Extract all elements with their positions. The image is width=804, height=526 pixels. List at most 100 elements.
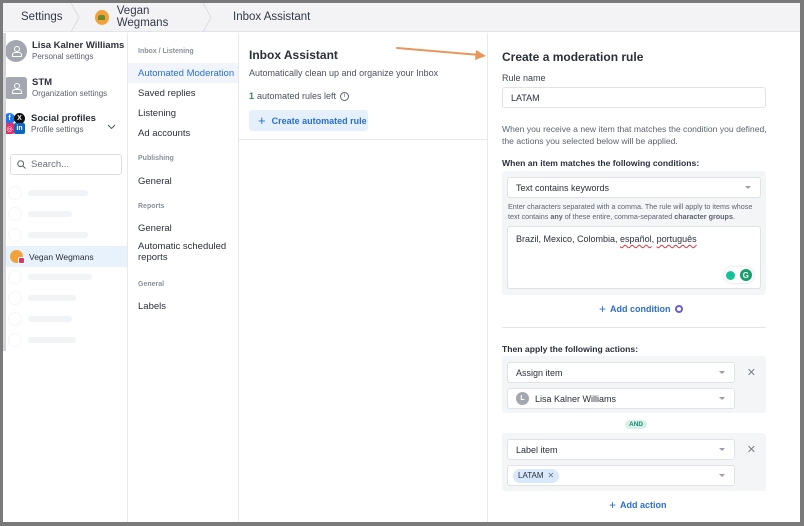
app-window: Settings Vegan Wegmans Inbox Assistant L… [3, 3, 800, 522]
rule-form-title: Create a moderation rule [502, 50, 644, 64]
info-icon[interactable]: i [340, 91, 350, 101]
user-avatar-icon [5, 40, 27, 62]
rules-left-text: automated rules left [257, 91, 337, 101]
create-automated-rule-label: Create automated rule [271, 115, 367, 126]
account-sub: Personal settings [32, 52, 94, 61]
condition-type-select[interactable]: Text contains keywords [507, 177, 761, 198]
profile-item-hidden[interactable] [8, 225, 126, 245]
nav-item-reports-general[interactable]: General [128, 218, 238, 238]
social-network-icons: f X ◎ in [4, 113, 26, 135]
caret-down-icon [745, 186, 751, 189]
social-profiles-name: Social profiles [31, 113, 96, 124]
rules-left-status: 1 automated rules left i [249, 91, 477, 101]
caret-down-icon [719, 397, 725, 400]
label-select[interactable]: LATAM ✕ [507, 465, 735, 486]
breadcrumb-profile[interactable]: Vegan Wegmans [81, 3, 201, 31]
actions-heading: Then apply the following actions: [502, 344, 639, 354]
assignee-value: Lisa Kalner Williams [535, 393, 617, 404]
nav-item-listening[interactable]: Listening [128, 103, 238, 123]
grammarly-widget[interactable]: G [724, 267, 754, 283]
nav-item-saved-replies[interactable]: Saved replies [128, 83, 238, 103]
add-condition-button[interactable]: + Add condition [599, 302, 683, 316]
profile-item-hidden[interactable] [8, 267, 126, 287]
remove-action-close-icon[interactable]: ✕ [747, 443, 756, 456]
breadcrumb-separator-icon [70, 3, 80, 32]
caret-down-icon [719, 474, 725, 477]
breadcrumb-current-label: Inbox Assistant [233, 11, 311, 23]
caret-down-icon [719, 448, 725, 451]
organization-avatar-icon [5, 77, 27, 99]
action-type-value: Label item [516, 444, 558, 455]
profile-item-hidden[interactable] [8, 183, 126, 203]
help-part: of these entire, comma-separated [562, 212, 675, 221]
profile-item-hidden[interactable] [8, 330, 126, 350]
add-action-button[interactable]: + Add action [609, 498, 667, 512]
breadcrumb-settings[interactable]: Settings [3, 3, 69, 31]
keywords-textarea[interactable]: Brazil, Mexico, Colombia, español, portu… [507, 226, 761, 289]
help-part: . [732, 212, 735, 221]
assignee-select[interactable]: L Lisa Kalner Williams [507, 388, 735, 409]
profile-item-active[interactable]: Vegan Wegmans [3, 246, 127, 267]
nav-section-general: General [138, 281, 165, 288]
breadcrumb-settings-label: Settings [21, 11, 63, 23]
nav-item-labels[interactable]: Labels [128, 296, 238, 316]
profile-avatar-icon [95, 9, 109, 25]
profile-item-hidden[interactable] [8, 288, 126, 308]
breadcrumb-inbox-assistant: Inbox Assistant [213, 3, 314, 31]
remove-action-close-icon[interactable]: ✕ [747, 366, 756, 379]
search-placeholder: Search... [31, 159, 70, 170]
nav-item-publishing-general[interactable]: General [128, 171, 238, 191]
and-connector: AND [625, 420, 648, 429]
nav-item-automated-moderation[interactable]: Automated Moderation [128, 63, 238, 83]
nav-item-automatic-scheduled-reports[interactable]: Automatic scheduled reports [128, 239, 228, 265]
chevron-down-icon[interactable] [107, 122, 116, 131]
action-assign: Assign item ✕ L Lisa Kalner Williams [502, 356, 766, 413]
breadcrumb: Settings Vegan Wegmans Inbox Assistant [3, 3, 800, 32]
profile-search-input[interactable]: Search... [10, 154, 122, 175]
profile-item-hidden[interactable] [8, 309, 126, 329]
nav-section-publishing: Publishing [138, 155, 174, 162]
premium-badge-icon [674, 305, 683, 313]
rule-name-value: LATAM [511, 92, 540, 103]
linkedin-icon: in [14, 123, 25, 134]
instagram-icon [18, 257, 25, 264]
inbox-assistant-panel: Inbox Assistant Automatically clean up a… [239, 33, 488, 522]
rules-left-count: 1 [249, 91, 255, 101]
account-name: Lisa Kalner Williams [32, 40, 125, 51]
grammarly-icon: G [739, 269, 752, 281]
search-icon [17, 160, 26, 169]
condition-type-value: Text contains keywords [516, 182, 610, 193]
keyword-misspelled: português [656, 234, 697, 244]
organization-name: STM [32, 77, 53, 88]
action-type-select[interactable]: Assign item [507, 362, 735, 383]
action-type-select[interactable]: Label item [507, 439, 735, 460]
create-automated-rule-button[interactable]: + Create automated rule [249, 110, 368, 131]
moderation-rule-panel: Create a moderation rule Rule name LATAM… [489, 33, 800, 522]
add-condition-label: Add condition [610, 304, 671, 314]
help-emphasis: any [550, 212, 563, 221]
profile-avatar-icon [10, 250, 25, 264]
assignee-avatar-icon: L [516, 392, 529, 405]
section-divider [502, 327, 766, 328]
rule-form-description: When you receive a new item that matches… [502, 124, 767, 146]
plus-icon: + [599, 302, 607, 316]
profile-item-label: Vegan Wegmans [29, 251, 94, 262]
nav-section-inbox-listening: Inbox / Listening [138, 48, 194, 55]
breadcrumb-profile-label: Vegan Wegmans [116, 5, 169, 29]
help-emphasis: character groups [674, 212, 733, 221]
rule-name-input[interactable]: LATAM [502, 87, 766, 108]
breadcrumb-separator-icon [202, 3, 212, 32]
social-profiles-sub: Profile settings [31, 125, 84, 134]
nav-item-ad-accounts[interactable]: Ad accounts [128, 123, 238, 143]
sidebar-edge [3, 33, 6, 351]
account-organization[interactable]: STM Organization settings [3, 77, 107, 99]
profile-item-hidden[interactable] [8, 204, 126, 224]
label-tag-text: LATAM [518, 471, 544, 480]
add-action-label: Add action [620, 500, 667, 510]
account-social-profiles[interactable]: f X ◎ in Social profiles Profile setting… [3, 113, 96, 135]
remove-tag-close-icon[interactable]: ✕ [547, 471, 554, 480]
conditions-heading: When an item matches the following condi… [502, 158, 700, 168]
condition-group: Text contains keywords Enter characters … [502, 171, 766, 295]
account-personal[interactable]: Lisa Kalner Williams Personal settings [3, 40, 124, 62]
action-type-value: Assign item [516, 367, 563, 378]
